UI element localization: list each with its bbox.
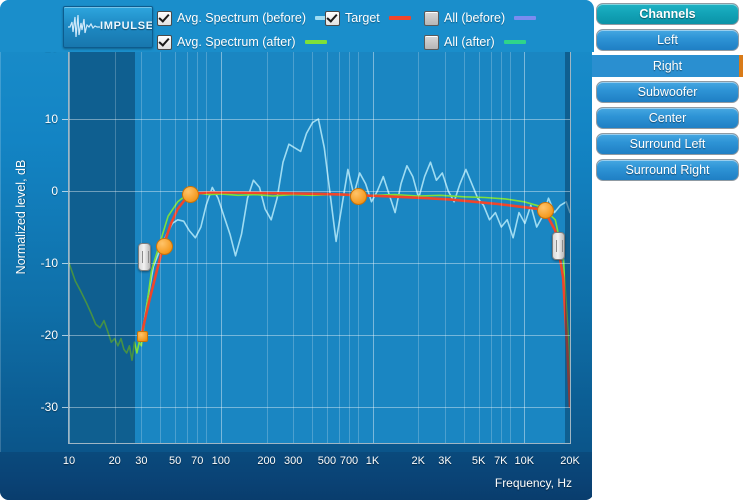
target-control-point[interactable] — [181, 185, 199, 203]
legend-item-all-before[interactable]: All (before) — [424, 10, 537, 26]
x-axis-tick-label: 30 — [135, 455, 148, 467]
x-axis-tick-label: 2K — [411, 455, 425, 467]
target-control-point[interactable] — [136, 330, 148, 342]
legend-item-target[interactable]: Target — [325, 10, 411, 26]
x-axis-tick-label: 10 — [62, 455, 76, 467]
gridline-vertical — [206, 47, 208, 443]
shaded-region-below-range — [69, 47, 135, 443]
legend-swatch-all-after — [503, 40, 526, 44]
high-cutoff-handle[interactable] — [551, 232, 565, 260]
series-avg-spectrum-after — [69, 192, 570, 394]
checkbox-all-after[interactable] — [424, 34, 439, 50]
y-axis-tick-label: -30 — [40, 400, 58, 414]
plot-wrapper: Normalized level, dB 20100-10-20-30 1020… — [0, 0, 594, 500]
gridline-vertical — [187, 47, 189, 443]
gridline-vertical — [478, 47, 480, 443]
target-control-point[interactable] — [536, 202, 554, 220]
x-axis-tick-label: 5K — [471, 455, 486, 467]
gridline-vertical — [357, 47, 359, 443]
impulse-logo-text: IMPULSE — [100, 20, 153, 32]
legend-item-all-after[interactable]: All (after) — [424, 34, 526, 50]
x-axis-tick-label: 100 — [211, 455, 230, 467]
x-axis-tick-label: 7K — [494, 455, 508, 467]
gridline-vertical — [69, 47, 70, 443]
gridline-vertical — [175, 47, 177, 443]
gridline-vertical — [197, 47, 199, 443]
gridline-vertical — [418, 47, 420, 443]
x-axis-tick-label: 10K — [514, 455, 535, 467]
gridline-horizontal — [69, 407, 570, 408]
channels-header: Channels — [596, 3, 739, 25]
channel-item-center[interactable]: Center — [596, 107, 739, 129]
spectrum-panel: Normalized level, dB 20100-10-20-30 1020… — [0, 0, 594, 500]
channel-item-subwoofer[interactable]: Subwoofer — [596, 81, 739, 103]
x-axis-label: Frequency, Hz — [494, 476, 572, 490]
x-axis-tick-label: 3K — [438, 455, 452, 467]
channel-item-surround-right[interactable]: Surround Right — [596, 159, 739, 181]
gridline-vertical — [463, 47, 465, 443]
channel-item-surround-left[interactable]: Surround Left — [596, 133, 739, 155]
legend-swatch-target — [388, 16, 411, 20]
y-axis-tick-label: -20 — [40, 328, 58, 342]
x-axis-tick-label: 300 — [284, 455, 303, 467]
legend-label-all-after: All (after) — [444, 35, 495, 49]
legend-swatch-all-before — [514, 16, 537, 20]
target-control-point[interactable] — [156, 237, 174, 255]
x-axis-tick-label: 500 — [317, 455, 337, 467]
target-control-point[interactable] — [350, 187, 368, 205]
checkbox-all-before[interactable] — [424, 10, 439, 26]
gridline-vertical — [490, 47, 492, 443]
legend-bar: IMPULSE Avg. Spectrum (before) Avg. Spect… — [0, 0, 594, 52]
x-axis-tick-label: 1K — [365, 455, 380, 467]
checkbox-avg-spectrum-after[interactable] — [157, 34, 172, 50]
legend-item-avg-spectrum-before[interactable]: Avg. Spectrum (before) — [157, 10, 337, 26]
x-axis-tick-label: 20K — [560, 455, 580, 467]
gridline-vertical — [312, 47, 314, 443]
gridline-vertical — [293, 47, 295, 443]
checkbox-target[interactable] — [325, 10, 340, 26]
waveform-icon — [68, 14, 100, 38]
low-cutoff-handle[interactable] — [138, 242, 152, 271]
gridline-horizontal — [69, 191, 570, 192]
y-axis-tick-label: 0 — [51, 184, 58, 198]
x-axis-tick-label: 200 — [257, 455, 276, 467]
x-axis-tick-label: 20 — [108, 455, 121, 467]
x-axis-tick-label: 700 — [339, 455, 359, 467]
gridline-vertical — [349, 47, 350, 443]
gridline-vertical — [372, 47, 374, 443]
legend-label-avg-spectrum-before: Avg. Spectrum (before) — [177, 11, 306, 25]
gridline-vertical — [570, 47, 571, 443]
legend-swatch-avg-spectrum-after — [304, 40, 327, 44]
impulse-spectrum-window: Normalized level, dB 20100-10-20-30 1020… — [0, 0, 743, 500]
gridline-vertical — [326, 47, 328, 443]
gridline-horizontal — [69, 119, 570, 120]
gridline-vertical — [338, 47, 340, 443]
x-axis-tick-label: 50 — [168, 455, 182, 467]
impulse-logo: IMPULSE — [63, 6, 153, 48]
y-axis-tick-label: 10 — [44, 112, 58, 126]
checkbox-avg-spectrum-before[interactable] — [157, 10, 172, 26]
legend-label-all-before: All (before) — [444, 11, 506, 25]
gridline-vertical — [524, 47, 526, 443]
channels-panel: Channels Left Right Subwoofer Center Surroun… — [592, 0, 743, 500]
x-axis-tick-label: 70 — [191, 455, 204, 467]
gridline-vertical — [509, 47, 511, 443]
gridline-vertical — [114, 47, 116, 443]
channel-item-left[interactable]: Left — [596, 29, 739, 51]
legend-item-avg-spectrum-after[interactable]: Avg. Spectrum (after) — [157, 34, 327, 50]
legend-label-avg-spectrum-after: Avg. Spectrum (after) — [177, 35, 296, 49]
legend-label-target: Target — [345, 11, 380, 25]
y-axis-tick-label: -10 — [40, 256, 58, 270]
gridline-vertical — [220, 47, 222, 443]
gridline-vertical — [500, 47, 502, 443]
channel-item-right[interactable]: Right — [592, 55, 743, 77]
gridline-vertical — [445, 47, 446, 443]
gridline-vertical — [266, 47, 268, 443]
